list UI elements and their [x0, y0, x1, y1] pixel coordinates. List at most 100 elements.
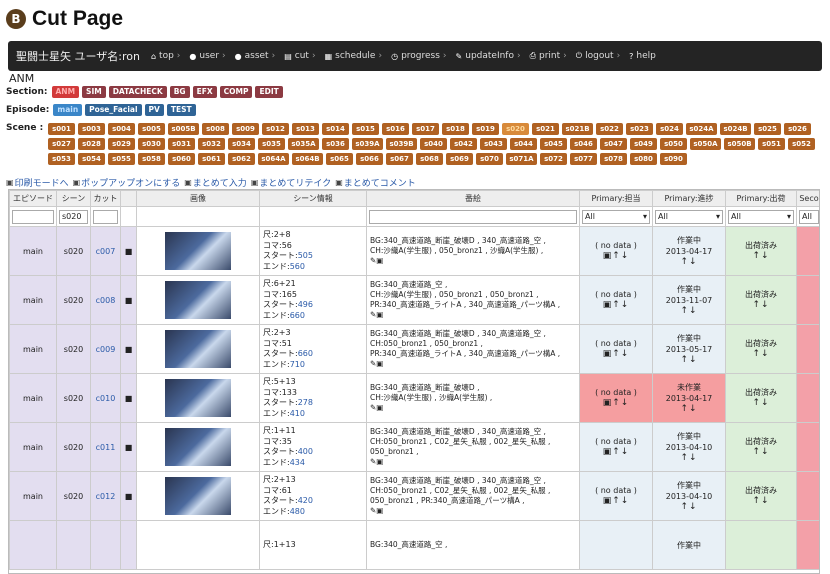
- move-arrows-icon[interactable]: ↑↓: [656, 453, 722, 464]
- nav-user[interactable]: ● user ›: [189, 51, 225, 61]
- nav-logout[interactable]: ⏻ logout ›: [576, 51, 620, 61]
- move-arrows-icon[interactable]: ↑↓: [656, 404, 722, 415]
- scene-tag-s035[interactable]: s035: [258, 138, 285, 150]
- scene-tag-s027[interactable]: s027: [48, 138, 75, 150]
- scene-tag-s055[interactable]: s055: [108, 153, 135, 165]
- asset-filter[interactable]: [369, 209, 577, 224]
- scene-tag-s070[interactable]: s070: [476, 153, 503, 165]
- move-arrows-icon[interactable]: ↑↓: [729, 349, 793, 360]
- camera-icon[interactable]: ■: [125, 247, 133, 256]
- scene-tag-s090[interactable]: s090: [660, 153, 687, 165]
- edit-icon[interactable]: ✎▣: [370, 256, 576, 266]
- thumbnail-image[interactable]: [165, 379, 231, 417]
- scene-tag-s025[interactable]: s025: [754, 123, 781, 135]
- camera-icon[interactable]: ■: [125, 443, 133, 452]
- move-arrows-icon[interactable]: ↑↓: [656, 502, 722, 513]
- nav-print[interactable]: ⎙ print ›: [530, 51, 567, 61]
- camera-icon[interactable]: ■: [125, 296, 133, 305]
- scene-tag-s047[interactable]: s047: [600, 138, 627, 150]
- scene-tag-s068[interactable]: s068: [416, 153, 443, 165]
- nav-progress[interactable]: ◷ progress ›: [391, 51, 446, 61]
- section-tag-efx[interactable]: EFX: [192, 86, 217, 98]
- scene-tag-s024[interactable]: s024: [656, 123, 683, 135]
- cut-link[interactable]: c007: [90, 226, 121, 276]
- scene-tag-s052[interactable]: s052: [788, 138, 815, 150]
- scene-tag-s078[interactable]: s078: [600, 153, 627, 165]
- thumbnail-image[interactable]: [165, 428, 231, 466]
- scene-tag-s012[interactable]: s012: [262, 123, 289, 135]
- primary-ship-cell[interactable]: 出荷済み ↑↓: [725, 471, 797, 521]
- primary-ship-cell[interactable]: 出荷済み ↑↓: [725, 373, 797, 423]
- move-arrows-icon[interactable]: ↑↓: [656, 257, 722, 268]
- nav-asset[interactable]: ● asset ›: [235, 51, 276, 61]
- scene-tag-s026[interactable]: s026: [784, 123, 811, 135]
- camera-icon[interactable]: ■: [125, 345, 133, 354]
- scene-tag-s051[interactable]: s051: [758, 138, 785, 150]
- primary-progress-cell[interactable]: 作業中: [652, 520, 726, 570]
- link-batch-comment[interactable]: ▣ まとめてコメント: [335, 176, 416, 189]
- link-popup[interactable]: ▣ ポップアップオンにする: [73, 176, 181, 189]
- edit-icon[interactable]: ✎▣: [370, 359, 576, 369]
- nav-cut[interactable]: ▤ cut ›: [284, 51, 315, 61]
- scene-tag-s005[interactable]: s005: [138, 123, 165, 135]
- scene-tag-s017[interactable]: s017: [412, 123, 439, 135]
- move-arrows-icon[interactable]: ▣↑↓: [583, 447, 649, 458]
- scene-tag-s069[interactable]: s069: [446, 153, 473, 165]
- move-arrows-icon[interactable]: ▣↑↓: [583, 398, 649, 409]
- nav-schedule[interactable]: ▦ schedule ›: [325, 51, 383, 61]
- primary-progress-cell[interactable]: 作業中 2013-05-17 ↑↓: [652, 324, 726, 374]
- scene-tag-s029[interactable]: s029: [108, 138, 135, 150]
- primary-ship-cell[interactable]: [725, 520, 797, 570]
- move-arrows-icon[interactable]: ▣↑↓: [583, 300, 649, 311]
- nav-updateinfo[interactable]: ✎ updateInfo ›: [456, 51, 521, 61]
- section-tag-datacheck[interactable]: DATACHECK: [108, 86, 167, 98]
- episode-tag-pv[interactable]: PV: [144, 104, 164, 116]
- scene-tag-s064a[interactable]: s064A: [258, 153, 289, 165]
- scene-tag-s077[interactable]: s077: [570, 153, 597, 165]
- scene-tag-s020[interactable]: s020: [502, 123, 529, 135]
- scene-tag-s039b[interactable]: s039B: [386, 138, 417, 150]
- thumbnail-image[interactable]: [165, 232, 231, 270]
- cut-link[interactable]: [90, 520, 121, 570]
- scene-tag-s009[interactable]: s009: [232, 123, 259, 135]
- scene-tag-s053[interactable]: s053: [48, 153, 75, 165]
- scene-tag-s043[interactable]: s043: [480, 138, 507, 150]
- link-printer[interactable]: ▣ 印刷モードへ: [6, 176, 69, 189]
- scene-tag-s044[interactable]: s044: [510, 138, 537, 150]
- move-arrows-icon[interactable]: ▣↑↓: [583, 496, 649, 507]
- move-arrows-icon[interactable]: ↑↓: [729, 447, 793, 458]
- scene-tag-s050b[interactable]: s050B: [724, 138, 755, 150]
- primary-ship-cell[interactable]: 出荷済み ↑↓: [725, 422, 797, 472]
- scene-tag-s062[interactable]: s062: [228, 153, 255, 165]
- primary-assign-cell[interactable]: ( no data ) ▣↑↓: [579, 471, 653, 521]
- cut-link[interactable]: c010: [90, 373, 121, 423]
- thumbnail-image[interactable]: [165, 330, 231, 368]
- primary-assign-cell[interactable]: ( no data ) ▣↑↓: [579, 226, 653, 276]
- camera-icon[interactable]: ■: [125, 394, 133, 403]
- section-tag-anm[interactable]: ANM: [51, 86, 80, 98]
- scene-tag-s031[interactable]: s031: [168, 138, 195, 150]
- scene-tag-s049[interactable]: s049: [630, 138, 657, 150]
- scene-tag-s008[interactable]: s008: [202, 123, 229, 135]
- scene-tag-s046[interactable]: s046: [570, 138, 597, 150]
- primary-progress-filter[interactable]: All ▾: [655, 209, 723, 224]
- scene-tag-s019[interactable]: s019: [472, 123, 499, 135]
- primary-progress-cell[interactable]: 未作業 2013-04-17 ↑↓: [652, 373, 726, 423]
- cut-filter[interactable]: [93, 209, 118, 224]
- primary-ship-cell[interactable]: 出荷済み ↑↓: [725, 226, 797, 276]
- primary-progress-cell[interactable]: 作業中 2013-11-07 ↑↓: [652, 275, 726, 325]
- move-arrows-icon[interactable]: ↑↓: [729, 251, 793, 262]
- primary-assign-cell[interactable]: ( no data ) ▣↑↓: [579, 422, 653, 472]
- episode-tag-test[interactable]: TEST: [166, 104, 196, 116]
- scene-tag-s014[interactable]: s014: [322, 123, 349, 135]
- episode-tag-main[interactable]: main: [53, 104, 83, 116]
- move-arrows-icon[interactable]: ↑↓: [729, 496, 793, 507]
- scene-tag-s004[interactable]: s004: [108, 123, 135, 135]
- scene-tag-s080[interactable]: s080: [630, 153, 657, 165]
- primary-ship-filter[interactable]: All ▾: [728, 209, 794, 224]
- move-arrows-icon[interactable]: ▣↑↓: [583, 349, 649, 360]
- scene-tag-s028[interactable]: s028: [78, 138, 105, 150]
- move-arrows-icon[interactable]: ▣↑↓: [583, 251, 649, 262]
- scene-tag-s016[interactable]: s016: [382, 123, 409, 135]
- scene-tag-s024a[interactable]: s024A: [686, 123, 717, 135]
